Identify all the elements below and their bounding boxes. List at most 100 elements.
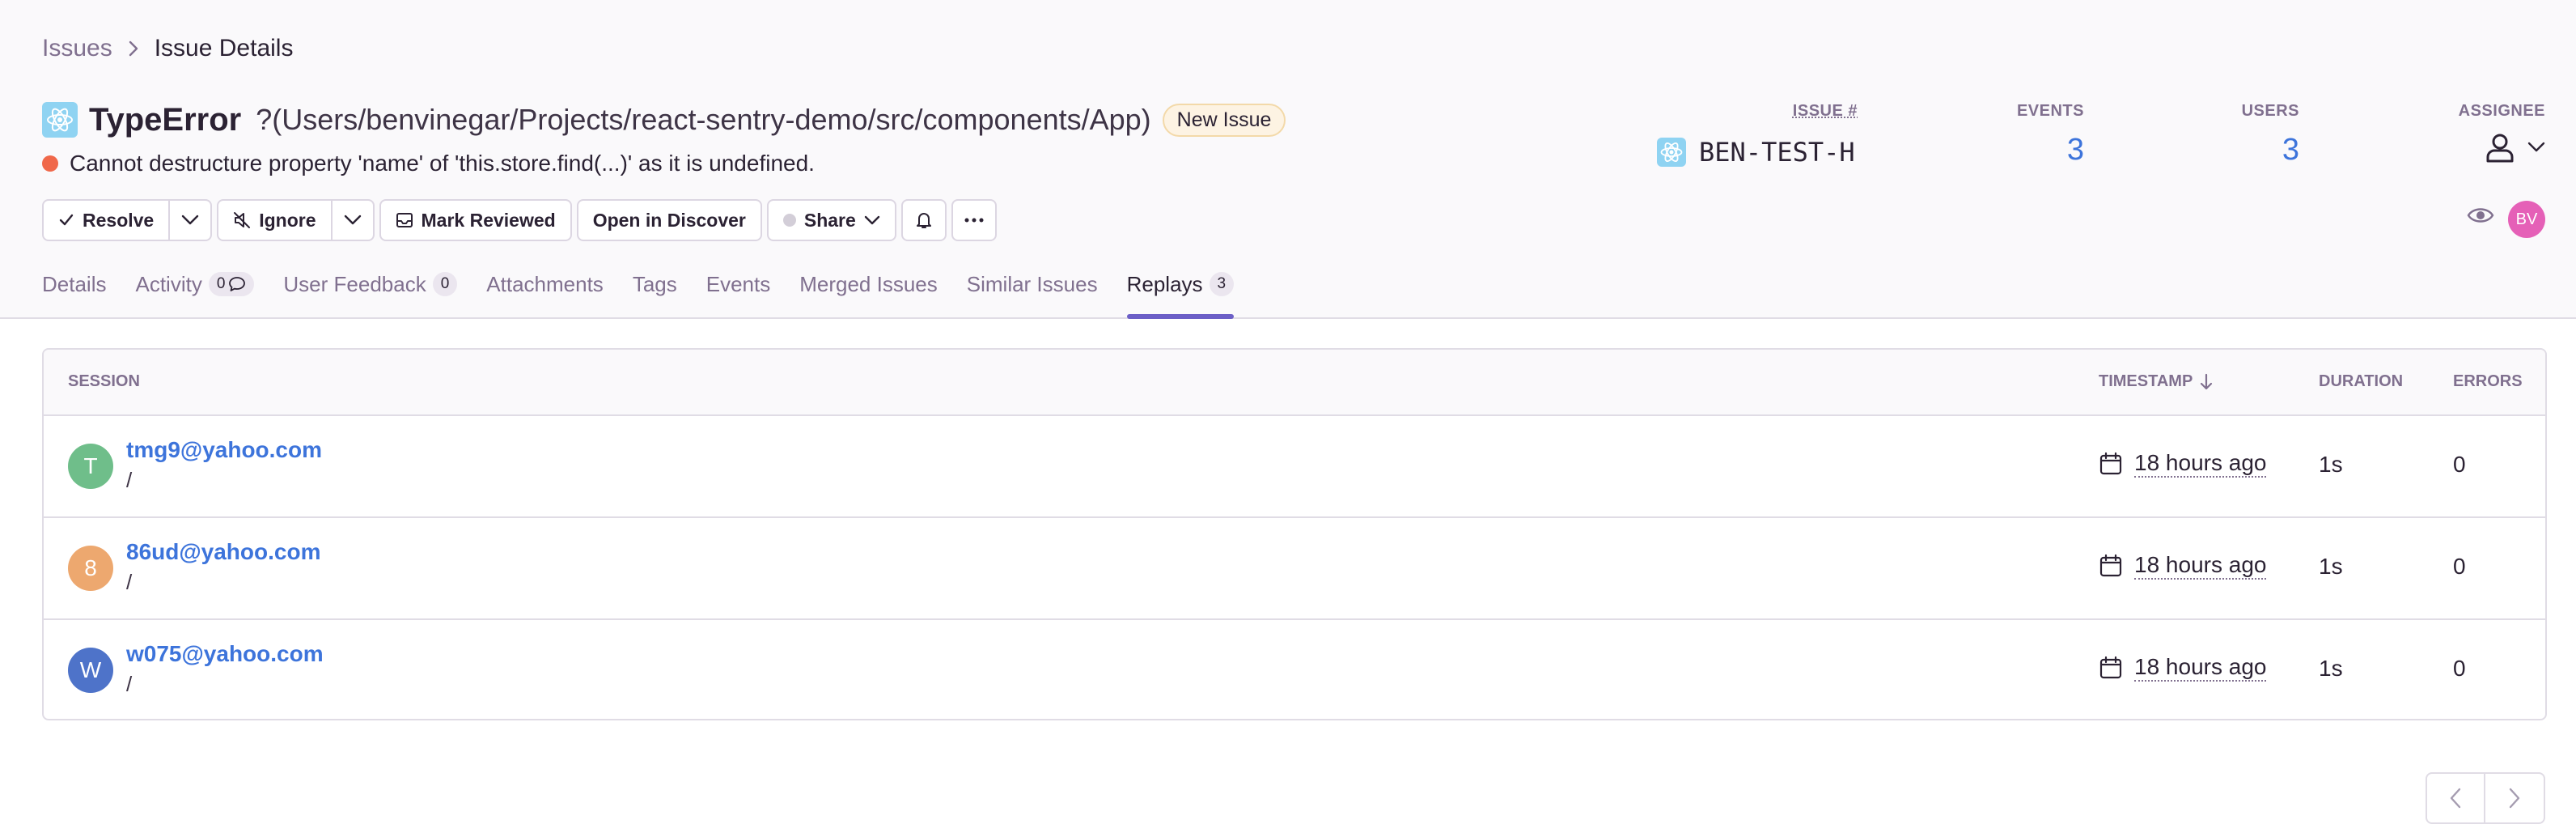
avatar: 8 [68,546,113,591]
eye-icon[interactable] [2467,206,2494,229]
mark-reviewed-button[interactable]: Mark Reviewed [379,199,572,241]
session-user-link[interactable]: 86ud@yahoo.com [126,539,320,565]
open-in-discover-button[interactable]: Open in Discover [576,199,762,241]
ignore-button[interactable]: Ignore [217,199,333,241]
issue-tabs: Details Activity 0 User Feedback 0 Attac… [42,264,1263,319]
session-url: / [126,570,133,594]
tab-label: Replays [1126,272,1203,296]
tab-label: Activity [135,272,202,296]
share-label: Share [803,209,856,231]
tab-attachments[interactable]: Attachments [486,264,604,319]
session-user-link[interactable]: w075@yahoo.com [126,641,324,667]
share-status-dot [782,214,796,227]
column-timestamp-label: TIMESTAMP [2099,372,2193,390]
session-timestamp: 18 hours ago [2099,552,2267,580]
tab-replays[interactable]: Replays 3 [1126,264,1235,319]
table-header: SESSION TIMESTAMP DURATION ERRORS [44,350,2545,416]
mute-icon [234,212,251,228]
current-user-avatar[interactable]: BV [2508,201,2545,238]
timestamp-text: 18 hours ago [2134,552,2267,580]
resolve-label: Resolve [83,209,155,231]
chevron-down-icon [344,215,361,225]
arrow-down-icon [2201,373,2213,389]
subscribe-button[interactable] [900,199,947,241]
table-row[interactable]: T tmg9@yahoo.com / 18 hours ago 1s 0 [44,416,2545,518]
comment-icon [229,277,246,291]
table-row[interactable]: 8 86ud@yahoo.com / 18 hours ago 1s 0 [44,518,2545,620]
users-label: USERS [2241,102,2299,120]
activity-count-badge: 0 [208,272,255,296]
events-label: EVENTS [2016,102,2084,120]
avatar: T [68,444,113,489]
tab-activity[interactable]: Activity 0 [135,264,255,319]
chevron-down-icon [182,215,199,225]
chevron-down-icon [2527,142,2545,152]
tab-label: Events [705,272,771,296]
table-row[interactable]: W w075@yahoo.com / 18 hours ago 1s 0 [44,620,2545,719]
issue-short-id-text: BEN-TEST-H [1699,137,1855,168]
assignee-selector[interactable] [2484,131,2545,164]
session-timestamp: 18 hours ago [2099,450,2267,478]
column-timestamp[interactable]: TIMESTAMP [2099,372,2214,391]
chevron-down-icon [864,215,880,225]
resolve-options-button[interactable] [170,199,213,241]
issue-header: Issues Issue Details TypeError ?(Users/b… [0,0,2576,319]
tab-user-feedback[interactable]: User Feedback 0 [283,264,458,319]
tab-events[interactable]: Events [706,264,771,319]
issue-actions: Resolve Ignore Mark Reviewed Open in Dis… [42,199,1002,241]
breadcrumb-issues-link[interactable]: Issues [42,35,112,62]
session-errors: 0 [2453,656,2466,681]
pagination [2426,772,2545,824]
timestamp-text: 18 hours ago [2134,654,2267,682]
breadcrumb-current: Issue Details [154,35,294,62]
tab-merged-issues[interactable]: Merged Issues [799,264,938,319]
tab-tags[interactable]: Tags [633,264,677,319]
session-duration: 1s [2319,656,2343,681]
ignore-button-group: Ignore [217,199,375,241]
issue-culprit: ?(Users/benvinegar/Projects/react-sentry… [256,103,1151,136]
tab-label: Details [42,272,107,296]
events-count[interactable]: 3 [1974,133,2084,168]
tab-label: Attachments [486,272,604,296]
session-url: / [126,468,133,492]
error-level-indicator [42,155,58,172]
ellipsis-icon [964,218,984,223]
breadcrumb: Issues Issue Details [42,32,293,65]
column-errors: ERRORS [2453,372,2523,390]
session-errors: 0 [2453,554,2466,579]
session-timestamp: 18 hours ago [2099,654,2267,682]
inbox-icon [396,213,413,227]
more-actions-button[interactable] [951,199,997,241]
user-icon [2486,134,2514,163]
calendar-icon [2099,554,2122,577]
session-duration: 1s [2319,554,2343,579]
react-icon [1657,138,1686,167]
session-url: / [126,672,133,696]
previous-page-button[interactable] [2426,772,2485,824]
ignore-label: Ignore [259,209,316,231]
replays-table: SESSION TIMESTAMP DURATION ERRORS T tmg9… [42,348,2547,720]
session-duration: 1s [2319,452,2343,477]
next-page-button[interactable] [2485,772,2545,824]
column-duration: DURATION [2319,372,2404,390]
timestamp-text: 18 hours ago [2134,450,2267,478]
activity-count: 0 [216,275,226,292]
share-button[interactable]: Share [766,199,896,241]
issue-number-label: ISSUE # [1792,102,1858,120]
replays-count: 3 [1209,272,1235,296]
ignore-options-button[interactable] [332,199,375,241]
session-user-link[interactable]: tmg9@yahoo.com [126,437,322,463]
chevron-right-icon [2509,788,2520,809]
issue-message: Cannot destructure property 'name' of 't… [42,147,815,180]
open-in-discover-label: Open in Discover [592,209,746,231]
session-errors: 0 [2453,452,2466,477]
issue-title: TypeError ?(Users/benvinegar/Projects/re… [42,100,1286,139]
chevron-left-icon [2450,788,2461,809]
avatar: W [68,648,113,693]
tab-label: Merged Issues [799,272,938,296]
tab-similar-issues[interactable]: Similar Issues [967,264,1098,319]
resolve-button[interactable]: Resolve [42,199,171,241]
users-count[interactable]: 3 [2197,133,2299,168]
issue-short-id[interactable]: BEN-TEST-H [1657,134,1855,170]
tab-details[interactable]: Details [42,264,106,319]
